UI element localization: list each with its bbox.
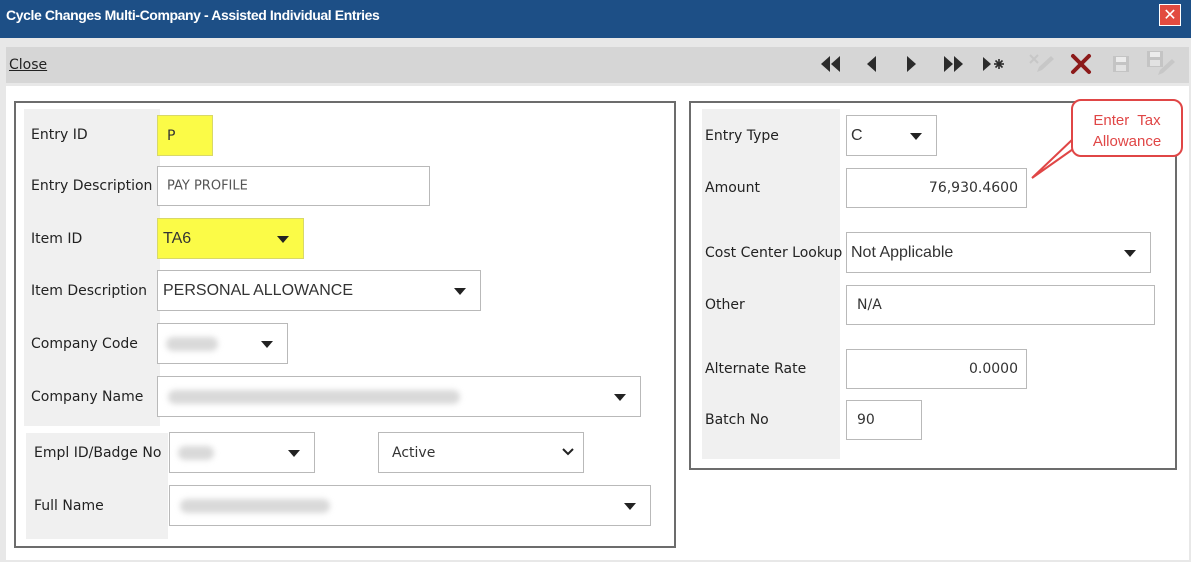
empl-id-label: Empl ID/Badge No (34, 445, 162, 461)
alternate-rate-field[interactable]: 0.0000 (846, 349, 1027, 389)
entry-type-value: C (851, 126, 863, 144)
employee-entry-panel: Entry ID P Entry Description PAY PROFILE… (14, 101, 676, 548)
chevron-down-icon (1124, 249, 1136, 257)
cost-center-value: Not Applicable (851, 243, 954, 261)
chevron-down-icon (454, 287, 466, 295)
company-name-select[interactable] (157, 376, 641, 417)
chevron-down-icon (910, 132, 922, 140)
previous-record-icon[interactable] (861, 53, 881, 75)
delete-icon[interactable] (1069, 53, 1093, 75)
chevron-down-icon (624, 502, 636, 510)
first-record-icon[interactable] (819, 53, 843, 75)
entry-type-select[interactable]: C (846, 115, 937, 156)
redacted-value (180, 498, 330, 513)
other-field[interactable]: N/A (846, 285, 1155, 325)
item-description-value: PERSONAL ALLOWANCE (163, 281, 353, 299)
amount-field[interactable]: 76,930.4600 (846, 168, 1027, 208)
alternate-rate-label: Alternate Rate (705, 361, 807, 377)
item-id-value: TA6 (163, 229, 192, 247)
company-code-select[interactable] (157, 323, 288, 364)
entry-id-field[interactable]: P (157, 115, 213, 156)
empl-id-select[interactable] (169, 432, 315, 473)
last-record-icon[interactable] (941, 53, 965, 75)
full-name-select[interactable] (169, 485, 651, 526)
amount-value: 76,930.4600 (928, 180, 1018, 196)
full-name-label: Full Name (34, 498, 104, 514)
other-value: N/A (857, 297, 882, 313)
window-body: Close Entry ID P Entry Description PAY P… (0, 38, 1191, 562)
amount-label: Amount (705, 180, 761, 196)
form-area: Entry ID P Entry Description PAY PROFILE… (6, 86, 1189, 560)
callout-text: Enter Tax Allowance (1073, 110, 1181, 152)
batch-no-value: 90 (857, 412, 875, 428)
toolbar: Close (6, 47, 1189, 83)
redacted-value (166, 336, 218, 351)
item-description-select[interactable]: PERSONAL ALLOWANCE (157, 270, 481, 311)
cost-center-select[interactable]: Not Applicable (846, 232, 1151, 273)
close-link[interactable]: Close (9, 57, 47, 73)
entry-type-label: Entry Type (705, 128, 779, 144)
close-icon: ✕ (1163, 5, 1177, 24)
item-id-label: Item ID (31, 231, 83, 247)
batch-no-field[interactable]: 90 (846, 400, 922, 440)
callout-line-1: Enter Tax (1093, 112, 1161, 129)
entry-id-label: Entry ID (31, 127, 88, 143)
edit-icon[interactable] (1026, 53, 1056, 75)
save-edit-icon[interactable] (1145, 51, 1179, 75)
chevron-down-icon (288, 449, 300, 457)
chevron-down-icon (562, 448, 574, 456)
label-column (702, 109, 840, 459)
company-name-label: Company Name (31, 389, 144, 405)
chevron-down-icon (261, 340, 273, 348)
status-select[interactable]: Active (378, 432, 584, 473)
window-title: Cycle Changes Multi-Company - Assisted I… (6, 7, 380, 23)
redacted-value (168, 389, 460, 404)
entry-id-value: P (167, 127, 176, 144)
alternate-rate-value: 0.0000 (969, 361, 1018, 377)
batch-no-label: Batch No (705, 412, 769, 428)
entry-description-label: Entry Description (31, 178, 153, 194)
entry-description-value: PAY PROFILE (167, 178, 248, 194)
entry-description-field[interactable]: PAY PROFILE (157, 166, 430, 206)
callout-box: Enter Tax Allowance (1071, 99, 1183, 157)
item-description-label: Item Description (31, 283, 148, 299)
label-column (24, 109, 160, 426)
status-value: Active (392, 444, 436, 461)
company-code-label: Company Code (31, 336, 138, 352)
next-record-icon[interactable] (902, 53, 922, 75)
cost-center-label: Cost Center Lookup (705, 245, 843, 261)
callout-line-2: Allowance (1092, 133, 1162, 150)
new-record-icon[interactable] (980, 53, 1008, 75)
redacted-value (178, 445, 214, 460)
save-icon[interactable] (1110, 53, 1132, 75)
chevron-down-icon (614, 393, 626, 401)
other-label: Other (705, 297, 745, 313)
chevron-down-icon (277, 235, 289, 243)
title-bar: Cycle Changes Multi-Company - Assisted I… (0, 0, 1191, 38)
item-id-select[interactable]: TA6 (157, 218, 304, 259)
window-close-button[interactable]: ✕ (1159, 4, 1181, 26)
